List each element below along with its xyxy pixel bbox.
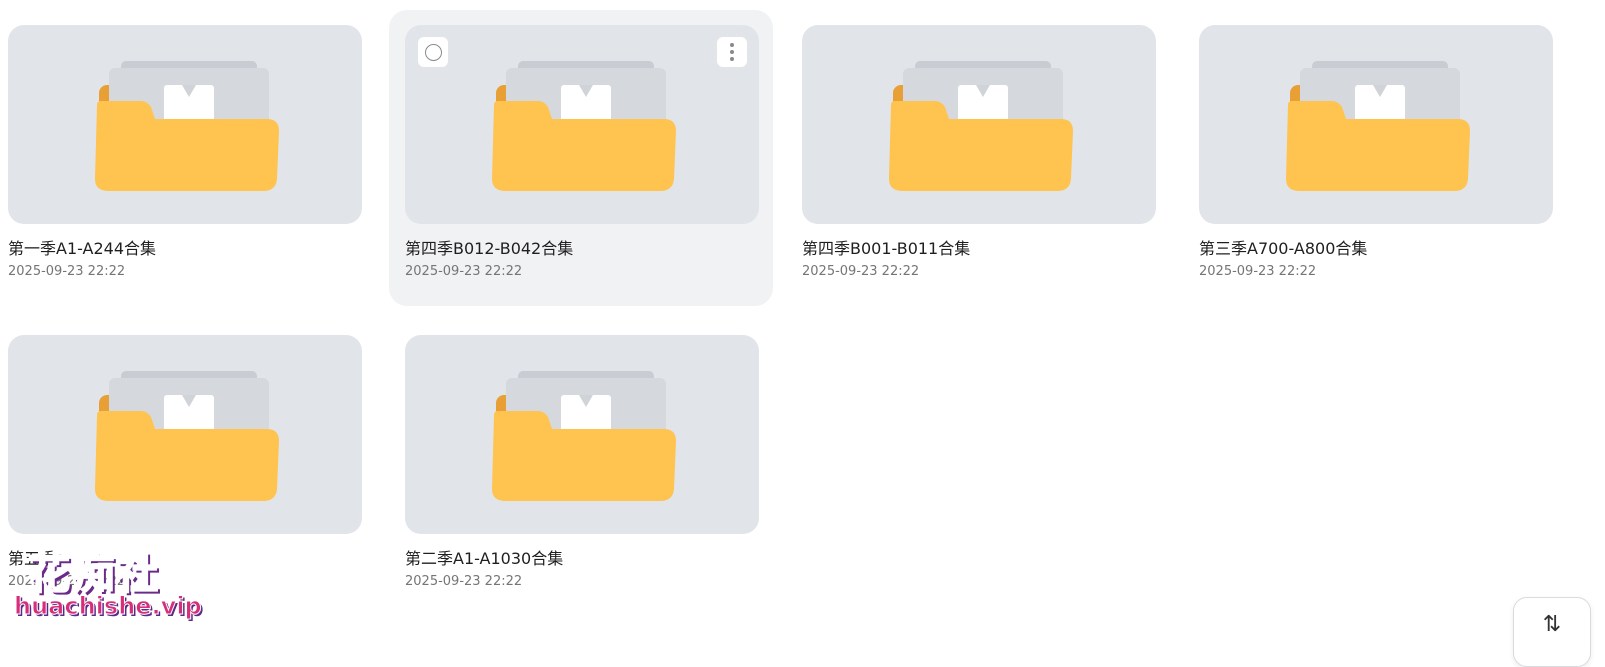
folder-date: 2025-09-23 22:22 xyxy=(802,264,920,279)
folder-icon xyxy=(883,61,1073,193)
more-dots-icon xyxy=(730,57,734,61)
more-dots-icon xyxy=(730,43,734,47)
folder-card[interactable]: 第四季B012-B042合集 2025-09-23 22:22 xyxy=(389,10,773,306)
sort-icon: ⇅ xyxy=(1542,612,1562,637)
folder-thumbnail[interactable] xyxy=(8,25,362,224)
folder-thumbnail[interactable] xyxy=(8,335,362,534)
folder-thumbnail[interactable] xyxy=(802,25,1156,224)
select-checkbox[interactable] xyxy=(418,37,448,67)
folder-card[interactable]: 第四季B001-B011合集 2025-09-23 22:22 xyxy=(786,10,1170,306)
folder-title[interactable]: 第一季A1-A244合集 xyxy=(8,235,362,259)
watermark-logo: 花痴社 huachishe.vip xyxy=(8,540,208,630)
circle-icon xyxy=(424,43,442,61)
watermark-domain: huachishe.vip xyxy=(14,592,203,621)
folder-icon xyxy=(89,61,279,193)
folder-icon xyxy=(486,61,676,193)
folder-date: 2025-09-23 22:22 xyxy=(8,264,126,279)
more-options-button[interactable] xyxy=(717,37,747,67)
folder-title[interactable]: 第三季A700-A800合集 xyxy=(1199,235,1553,259)
folder-date: 2025-09-23 22:22 xyxy=(1199,264,1317,279)
folder-date: 2025-09-23 22:22 xyxy=(405,264,523,279)
folder-title[interactable]: 第二季A1-A1030合集 xyxy=(405,545,759,569)
folder-icon xyxy=(89,371,279,503)
folder-title[interactable]: 第四季B001-B011合集 xyxy=(802,235,1156,259)
sort-button[interactable]: ⇅ xyxy=(1513,597,1591,667)
folder-card[interactable]: 第三季A700-A800合集 2025-09-23 22:22 xyxy=(1183,10,1567,306)
folder-card[interactable]: 第二季A1-A1030合集 2025-09-23 22:22 xyxy=(389,320,773,616)
folder-card[interactable]: 第一季A1-A244合集 2025-09-23 22:22 xyxy=(0,10,376,306)
folder-date: 2025-09-23 22:22 xyxy=(405,574,523,589)
folder-thumbnail[interactable] xyxy=(405,335,759,534)
folder-thumbnail[interactable] xyxy=(1199,25,1553,224)
folder-title[interactable]: 第四季B012-B042合集 xyxy=(405,235,759,259)
folder-icon xyxy=(486,371,676,503)
folder-thumbnail[interactable] xyxy=(405,25,759,224)
folder-icon xyxy=(1280,61,1470,193)
folder-grid: 第一季A1-A244合集 2025-09-23 22:22 第四季B012-B042… xyxy=(0,0,1605,644)
more-dots-icon xyxy=(730,50,734,54)
